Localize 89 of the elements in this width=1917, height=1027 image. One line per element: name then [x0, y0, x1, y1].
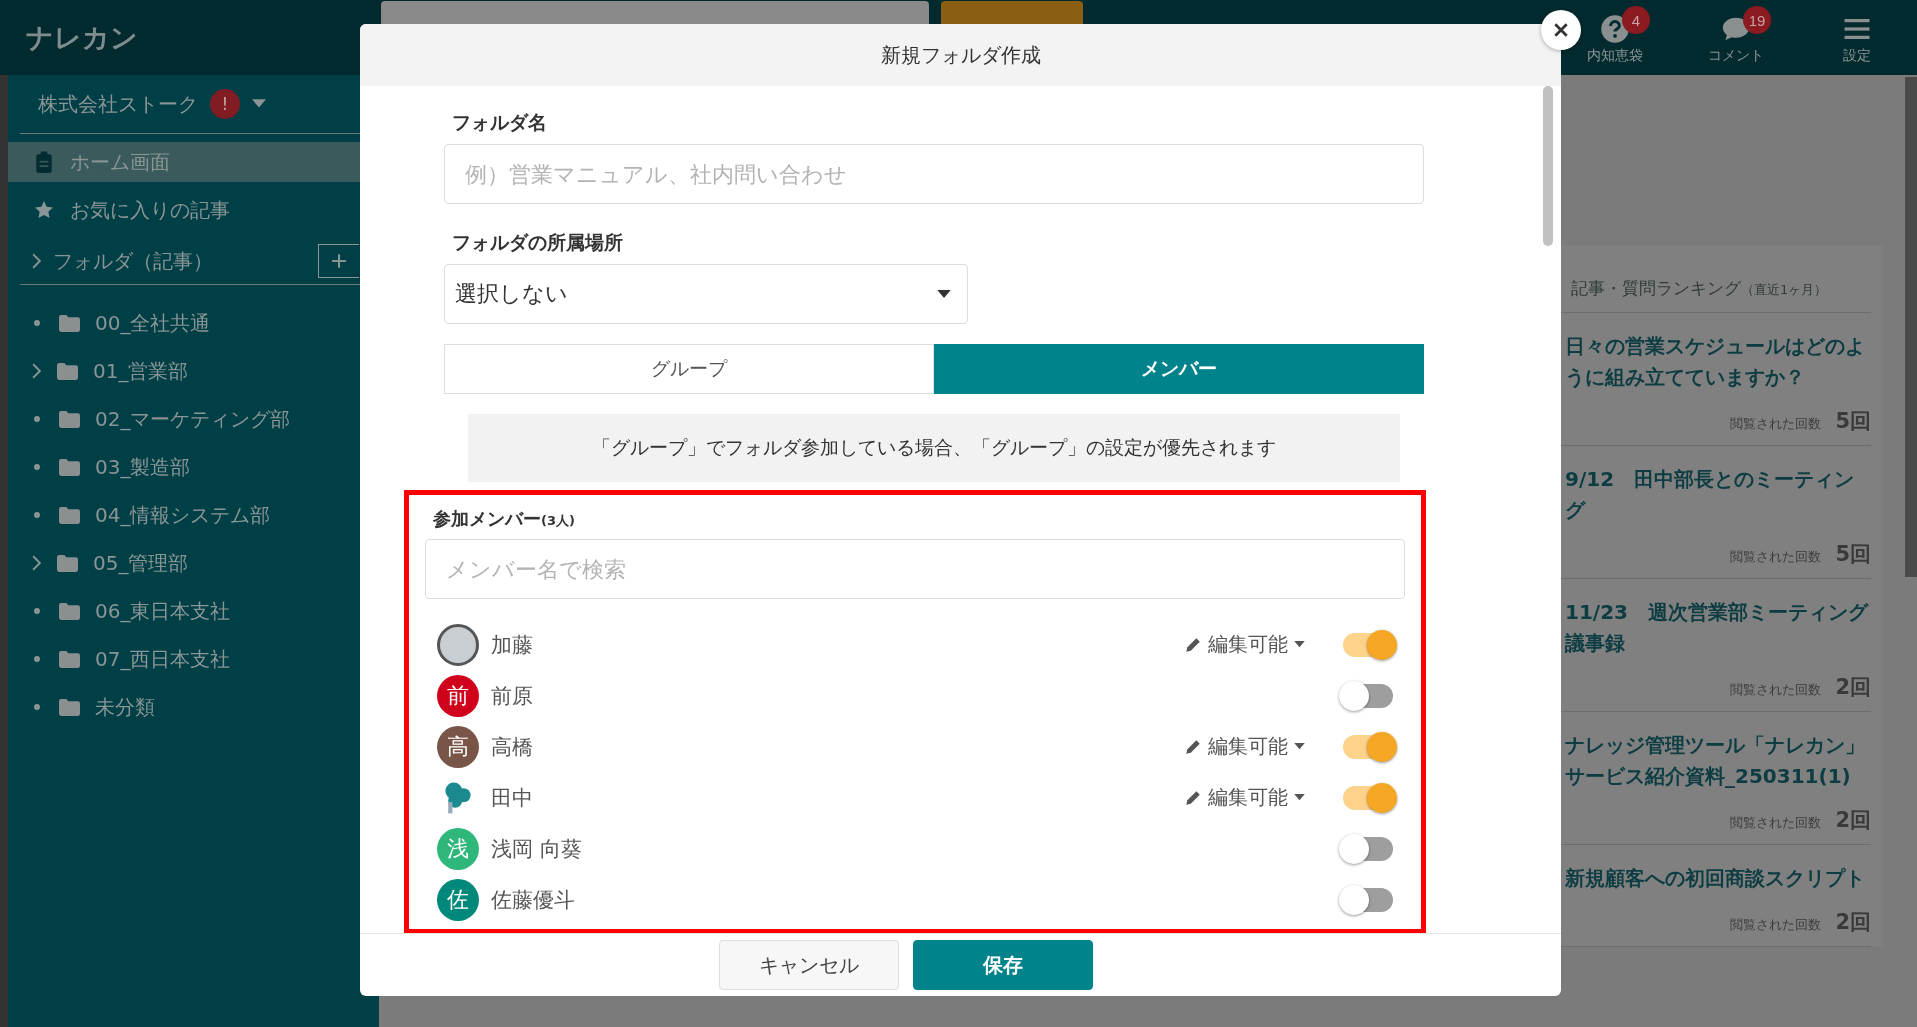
member-name: 佐藤優斗 [491, 886, 575, 914]
views-count: 5回 [1835, 408, 1871, 435]
permission-dropdown[interactable]: 編集可能 [1184, 733, 1305, 760]
folder-icon [59, 650, 80, 668]
folder-icon [57, 362, 78, 380]
star-icon [34, 199, 54, 221]
pencil-icon [1184, 635, 1202, 654]
folder-item[interactable]: 06_東日本支社 [95, 597, 231, 625]
chevron-icon[interactable] [32, 555, 41, 571]
permission-dropdown[interactable]: 編集可能 [1184, 784, 1305, 811]
alert-badge: ! [210, 89, 240, 119]
company-name[interactable]: 株式会社ストーク [38, 90, 198, 118]
count-badge: 4 [1622, 6, 1650, 34]
folder-icon [59, 410, 80, 428]
caret-icon[interactable] [252, 99, 266, 109]
app-logo[interactable]: ナレカン [0, 19, 360, 56]
plus-icon [331, 253, 347, 269]
chevron-icon[interactable] [32, 363, 41, 379]
folder-icon [59, 314, 80, 332]
views-label: 閲覧された回数 [1730, 548, 1822, 566]
add-folder-button[interactable] [318, 244, 359, 278]
article-link[interactable]: ナレッジ管理ツール「ナレカン」サービス紹介資料_250311(1) [1565, 730, 1871, 792]
member-name: 浅岡 向葵 [491, 835, 582, 863]
member-name: 前原 [491, 682, 533, 710]
avatar: 高 [437, 725, 479, 768]
views-count: 2回 [1835, 807, 1871, 834]
article-link[interactable]: 9/12 田中部長とのミーティング [1565, 464, 1871, 526]
folder-item[interactable]: 02_マーケティング部 [95, 405, 291, 433]
folder-name-field[interactable]: 例）営業マニュアル、社内問い合わせ [444, 144, 1424, 204]
dialog-title: 新規フォルダ作成 [880, 41, 1041, 69]
folder-icon [59, 458, 80, 476]
folder-item[interactable]: 07_西日本支社 [95, 645, 231, 673]
location-dropdown[interactable]: 選択しない [444, 264, 968, 324]
folder-item[interactable]: 未分類 [95, 693, 155, 721]
count-badge: 19 [1743, 6, 1771, 34]
scrollbar[interactable] [1905, 77, 1917, 577]
views-label: 閲覧された回数 [1730, 415, 1822, 433]
folder-item[interactable]: 01_営業部 [93, 357, 189, 385]
caret-icon [1294, 794, 1305, 801]
avatar: 佐 [437, 878, 479, 921]
folder-item[interactable]: 03_製造部 [95, 453, 191, 481]
header-icon-label: 内知恵袋 [1586, 47, 1643, 65]
views-count: 2回 [1835, 909, 1871, 936]
close-icon [1553, 22, 1569, 38]
member-name: 田中 [491, 784, 533, 812]
folder-section-label[interactable]: フォルダ（記事） [53, 247, 306, 275]
header-icon-label: コメント [1707, 47, 1764, 65]
views-label: 閲覧された回数 [1730, 681, 1822, 699]
chevron-icon[interactable] [32, 253, 41, 269]
caret-icon [937, 289, 951, 299]
notice-text: 「グループ」でフォルダ参加している場合、「グループ」の設定が優先されます [468, 414, 1400, 482]
permission-dropdown[interactable]: 編集可能 [1184, 631, 1305, 658]
caret-icon [1294, 743, 1305, 750]
pencil-icon [1184, 788, 1202, 807]
avatar-placeholder [437, 623, 479, 666]
folder-icon [57, 554, 78, 572]
tab[interactable]: グループ [444, 344, 934, 394]
folder-item[interactable]: 00_全社共通 [95, 309, 211, 337]
avatar: 浅 [437, 827, 479, 870]
scrollbar[interactable] [1543, 86, 1553, 246]
folder-icon [59, 698, 80, 716]
article-link[interactable]: 11/23 週次営業部ミーティング議事録 [1565, 597, 1871, 659]
article-link[interactable]: 新規顧客への初回商談スクリプト [1565, 863, 1871, 894]
folder-item[interactable]: 04_情報システム部 [95, 501, 271, 529]
cancel-button[interactable]: キャンセル [718, 940, 899, 990]
nav-item[interactable]: お気に入りの記事 [8, 190, 379, 230]
ranking-title: 記事・質問ランキング（直近1ヶ月） [1571, 278, 1828, 298]
folder-icon [59, 602, 80, 620]
tab[interactable]: メンバー [934, 344, 1424, 394]
folder-item[interactable]: 05_管理部 [93, 549, 189, 577]
member-search-field[interactable]: メンバー名で検索 [425, 539, 1405, 599]
save-button[interactable]: 保存 [912, 940, 1093, 990]
pencil-icon [1184, 737, 1202, 756]
caret-icon [1294, 641, 1305, 648]
field-label: フォルダの所属場所 [452, 230, 624, 255]
views-label: 閲覧された回数 [1730, 814, 1822, 832]
views-count: 2回 [1835, 674, 1871, 701]
avatar: 前 [437, 674, 479, 717]
views-count: 5回 [1835, 541, 1871, 568]
header-icon-label: 設定 [1842, 47, 1871, 65]
folder-icon [59, 506, 80, 524]
views-label: 閲覧された回数 [1730, 916, 1822, 934]
member-name: 高橋 [491, 733, 533, 761]
member-name: 加藤 [491, 631, 533, 659]
members-label: 参加メンバー(3人) [433, 507, 576, 531]
article-link[interactable]: 日々の営業スケジュールはどのように組み立てていますか？ [1565, 331, 1871, 393]
tree-logo-icon [444, 780, 472, 815]
clipboard-icon [34, 151, 54, 173]
field-label: フォルダ名 [452, 110, 548, 135]
